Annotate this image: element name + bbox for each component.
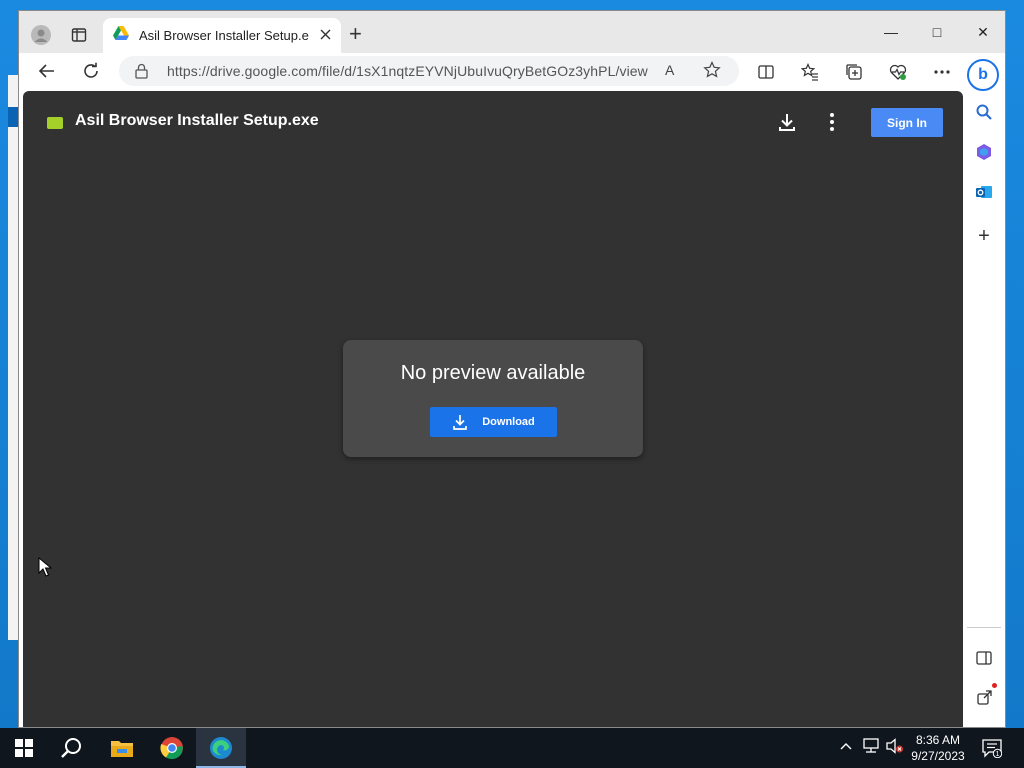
file-title: Asil Browser Installer Setup.exe	[75, 112, 319, 129]
download-button[interactable]: Download	[430, 407, 557, 437]
network-icon[interactable]	[862, 738, 880, 757]
file-explorer-icon[interactable]	[106, 734, 138, 762]
system-clock[interactable]: 8:36 AM 9/27/2023	[906, 732, 970, 764]
read-aloud-icon[interactable]: A	[665, 62, 674, 78]
notification-count: 1	[996, 751, 1000, 758]
add-icon[interactable]: +	[973, 225, 995, 247]
notification-dot	[992, 683, 997, 688]
more-icon[interactable]	[931, 61, 953, 83]
download-icon[interactable]	[777, 112, 797, 137]
search-icon[interactable]	[973, 101, 995, 123]
sidebar-toggle-icon[interactable]	[973, 647, 995, 669]
minimize-button[interactable]: —	[871, 19, 911, 45]
url-text: https://drive.google.com/file/d/1sX1nqtz…	[167, 63, 648, 79]
no-preview-card: No preview available Download	[343, 340, 643, 457]
sidebar-divider	[967, 627, 1001, 628]
address-toolbar: https://drive.google.com/file/d/1sX1nqtz…	[19, 53, 1005, 89]
chrome-icon[interactable]	[156, 734, 188, 762]
tab-active[interactable]: Asil Browser Installer Setup.exe -	[103, 18, 341, 53]
maximize-button[interactable]: □	[917, 19, 957, 45]
edge-browser-window: Asil Browser Installer Setup.exe - + — □…	[18, 10, 1006, 728]
lock-icon[interactable]	[135, 63, 148, 84]
tab-title: Asil Browser Installer Setup.exe -	[139, 28, 309, 43]
favorite-star-icon[interactable]	[703, 61, 721, 84]
edge-icon[interactable]	[205, 734, 237, 762]
taskbar: 8:36 AM 9/27/2023 1	[0, 728, 1024, 768]
collections-icon[interactable]	[843, 61, 865, 83]
browser-essentials-icon[interactable]	[887, 61, 909, 83]
mouse-cursor	[38, 556, 53, 582]
clock-time: 8:36 AM	[915, 733, 961, 747]
refresh-icon[interactable]	[79, 59, 103, 83]
notification-icon[interactable]: 1	[982, 738, 1003, 763]
outlook-icon[interactable]	[973, 181, 995, 203]
no-preview-message: No preview available	[400, 362, 586, 384]
tab-actions-icon[interactable]	[67, 24, 91, 46]
drive-favicon	[113, 26, 129, 45]
drive-viewer: Asil Browser Installer Setup.exe Sign In…	[23, 91, 963, 727]
tab-bar: Asil Browser Installer Setup.exe - + — □…	[19, 11, 1005, 53]
windows-start-icon[interactable]	[8, 734, 40, 762]
open-external-icon[interactable]	[973, 687, 995, 709]
close-icon[interactable]	[320, 27, 331, 43]
copilot-icon[interactable]	[973, 141, 995, 163]
volume-muted-icon[interactable]	[886, 738, 904, 757]
clock-date: 9/27/2023	[911, 749, 965, 763]
download-icon	[453, 415, 468, 430]
favorites-icon[interactable]	[799, 61, 821, 83]
download-button-label: Download	[482, 416, 535, 428]
chevron-up-icon[interactable]	[840, 739, 852, 753]
bing-icon[interactable]: b	[967, 59, 999, 91]
sign-in-button[interactable]: Sign In	[871, 108, 943, 137]
new-tab-icon[interactable]: +	[349, 23, 362, 45]
more-options-icon[interactable]	[829, 112, 835, 137]
search-taskbar-icon[interactable]	[56, 734, 88, 762]
split-screen-icon[interactable]	[755, 61, 777, 83]
edge-sidebar: b +	[963, 53, 1005, 727]
close-window-button[interactable]: ✕	[963, 19, 1003, 45]
profile-icon[interactable]	[29, 24, 53, 46]
file-type-icon	[47, 117, 63, 129]
back-icon[interactable]	[35, 59, 59, 83]
address-bar[interactable]: https://drive.google.com/file/d/1sX1nqtz…	[119, 56, 739, 86]
